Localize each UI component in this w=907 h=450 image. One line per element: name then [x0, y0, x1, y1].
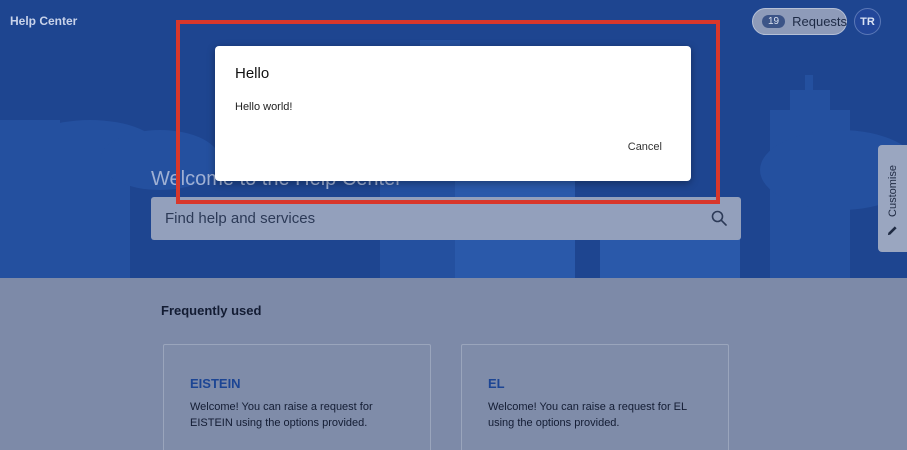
highlight-box: [176, 20, 720, 204]
frequently-used-heading: Frequently used: [161, 303, 262, 318]
customise-label: Customise: [887, 165, 899, 217]
service-card[interactable]: EL Welcome! You can raise a request for …: [461, 344, 729, 450]
card-title[interactable]: EISTEIN: [190, 376, 241, 391]
requests-button[interactable]: 19 Requests: [752, 8, 847, 35]
requests-count-badge: 19: [762, 15, 786, 28]
requests-label: Requests: [792, 14, 848, 29]
search-placeholder: Find help and services: [165, 210, 316, 227]
customise-tab[interactable]: Customise: [878, 145, 907, 252]
brand-title[interactable]: Help Center: [10, 14, 77, 28]
card-title[interactable]: EL: [488, 376, 505, 391]
service-card[interactable]: EISTEIN Welcome! You can raise a request…: [163, 344, 431, 450]
card-description: Welcome! You can raise a request for EIS…: [190, 401, 373, 429]
pencil-icon: [887, 226, 897, 236]
user-avatar[interactable]: TR: [854, 8, 881, 35]
search-icon[interactable]: [711, 210, 727, 226]
card-description: Welcome! You can raise a request for EL …: [488, 401, 687, 429]
